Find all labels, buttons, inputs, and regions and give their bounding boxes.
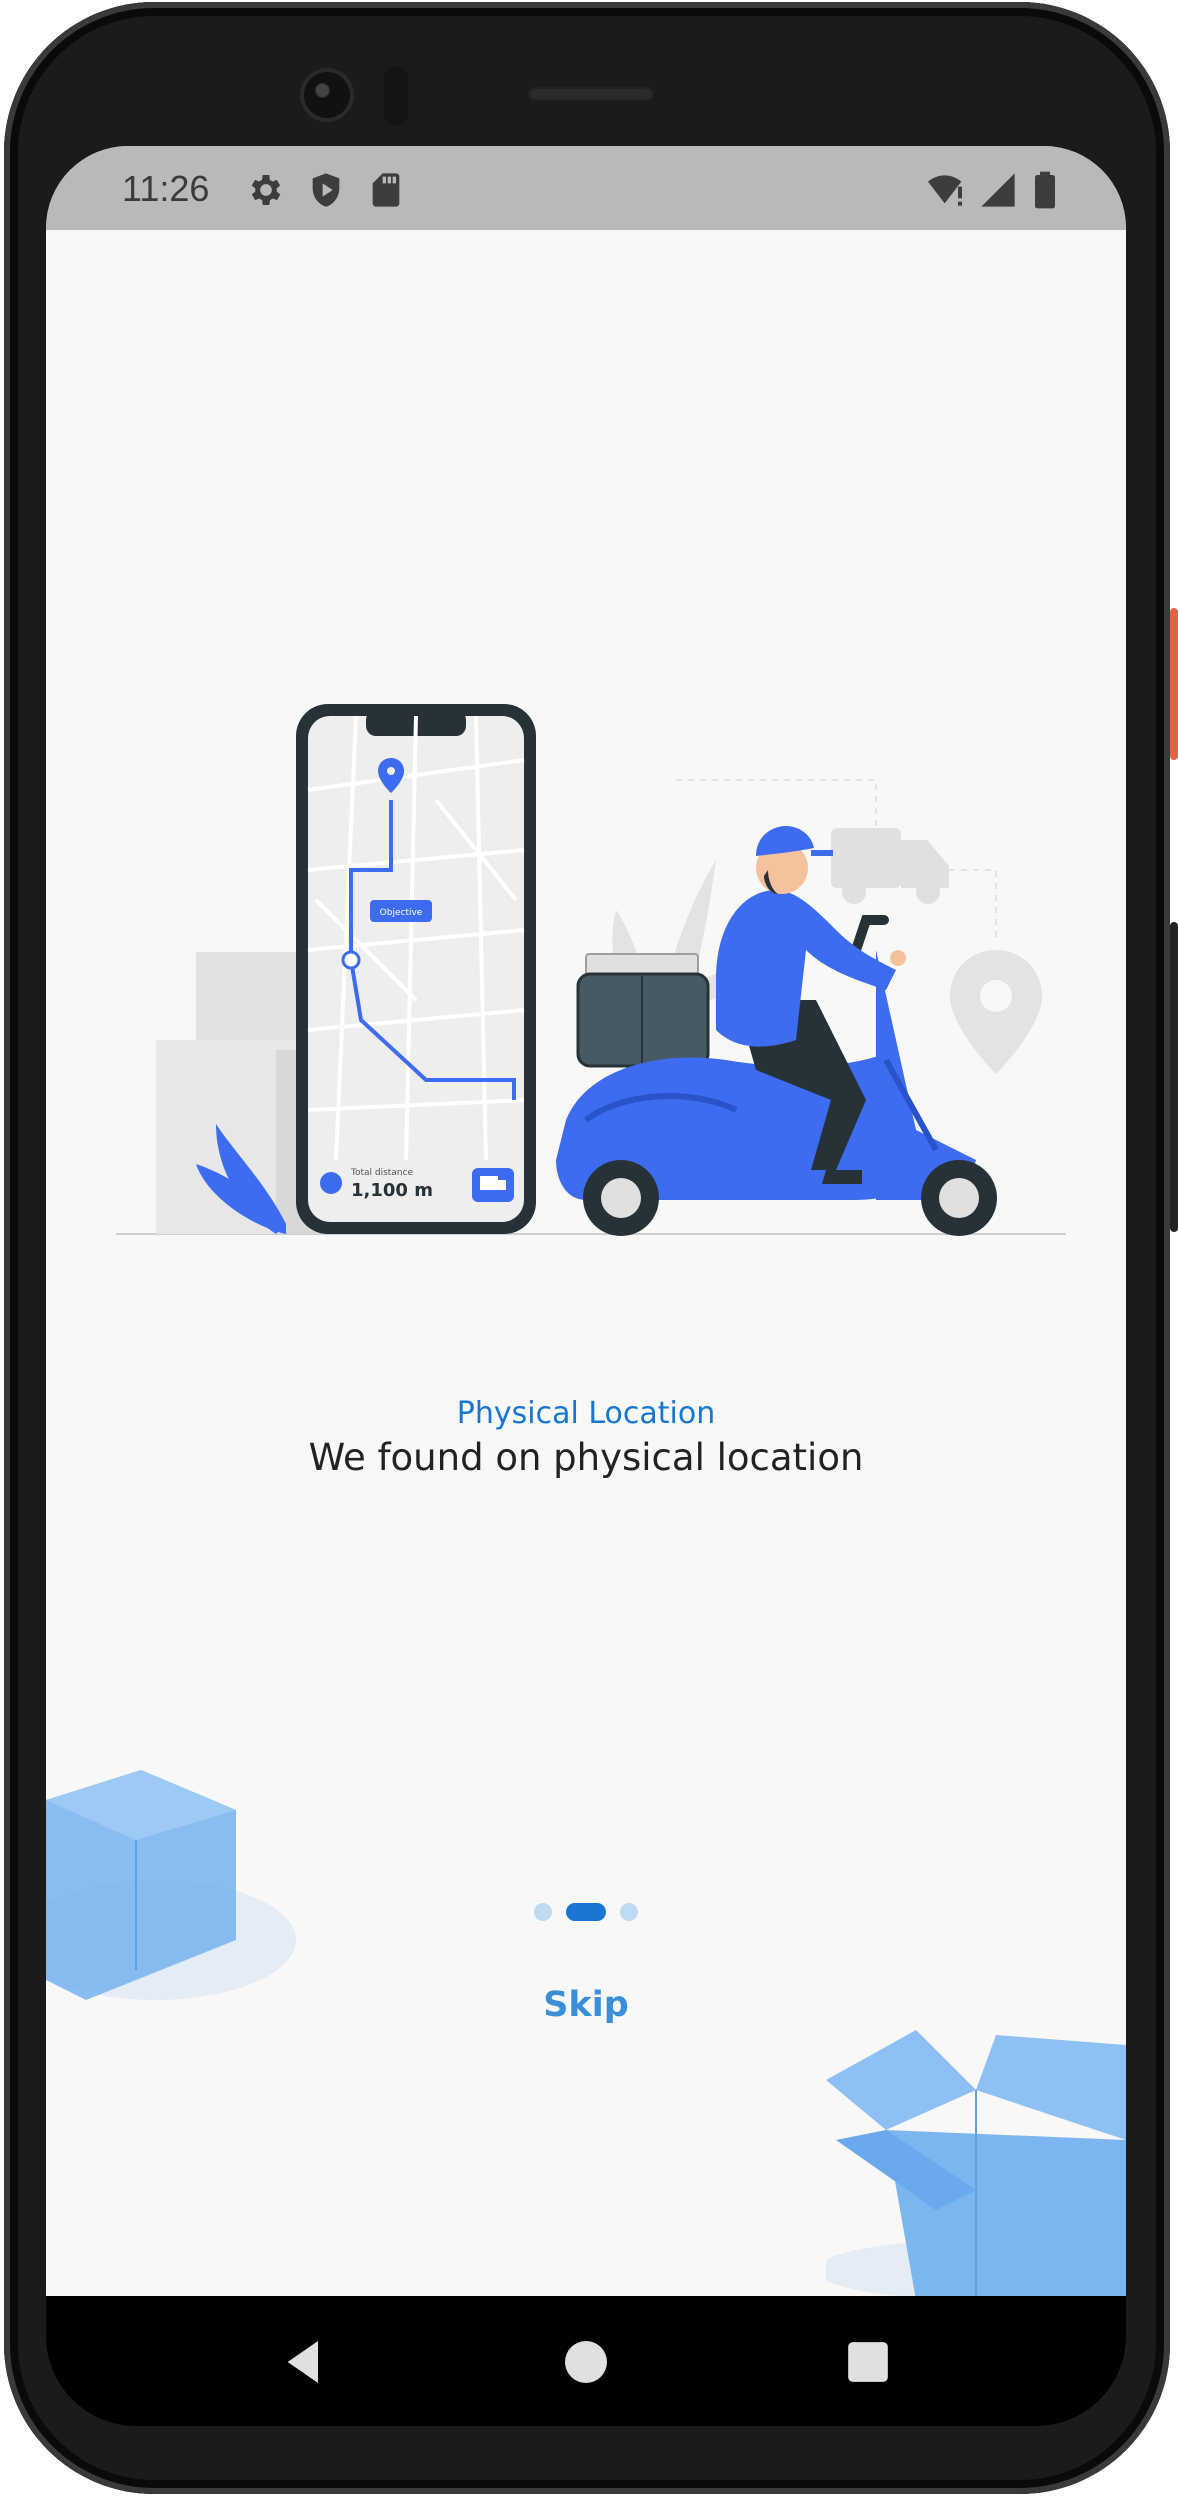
delivery-illustration: Objective Total distance 1,100 m bbox=[116, 704, 1066, 1236]
proximity-sensor bbox=[384, 66, 408, 126]
sd-card-icon bbox=[372, 173, 400, 207]
home-icon[interactable] bbox=[558, 2334, 614, 2390]
back-icon[interactable] bbox=[276, 2334, 332, 2390]
map-objective-label: Objective bbox=[380, 908, 423, 918]
onboarding-page: Objective Total distance 1,100 m Physica… bbox=[46, 230, 1126, 2296]
page-dot bbox=[620, 1903, 638, 1921]
cell-signal-icon bbox=[981, 173, 1015, 207]
power-button bbox=[1170, 608, 1178, 760]
distance-caption: Total distance bbox=[350, 1168, 413, 1178]
page-subtitle: We found on physical location bbox=[308, 1436, 864, 1479]
box-decoration-left bbox=[46, 1770, 296, 2000]
shield-icon bbox=[312, 173, 340, 207]
status-time: 11:26 bbox=[122, 168, 210, 209]
wifi-alert-icon bbox=[928, 175, 962, 206]
status-bar: 11:26 bbox=[46, 146, 1126, 230]
page-dot bbox=[534, 1903, 552, 1921]
settings-gear-icon bbox=[251, 175, 281, 205]
skip-button[interactable]: Skip bbox=[536, 1970, 636, 2040]
battery-icon bbox=[1035, 171, 1055, 209]
page-title: Physical Location bbox=[456, 1396, 716, 1431]
recents-icon[interactable] bbox=[840, 2334, 896, 2390]
box-decoration-right bbox=[826, 2030, 1126, 2296]
front-camera bbox=[304, 72, 350, 118]
screen: 11:26 Objective Total distance 1,100 m P… bbox=[46, 146, 1126, 2296]
volume-button bbox=[1170, 922, 1178, 1232]
navigation-bar bbox=[46, 2296, 1126, 2426]
distance-value: 1,100 m bbox=[351, 1180, 433, 1201]
page-dot-active bbox=[566, 1903, 606, 1921]
earpiece-speaker bbox=[528, 87, 654, 101]
